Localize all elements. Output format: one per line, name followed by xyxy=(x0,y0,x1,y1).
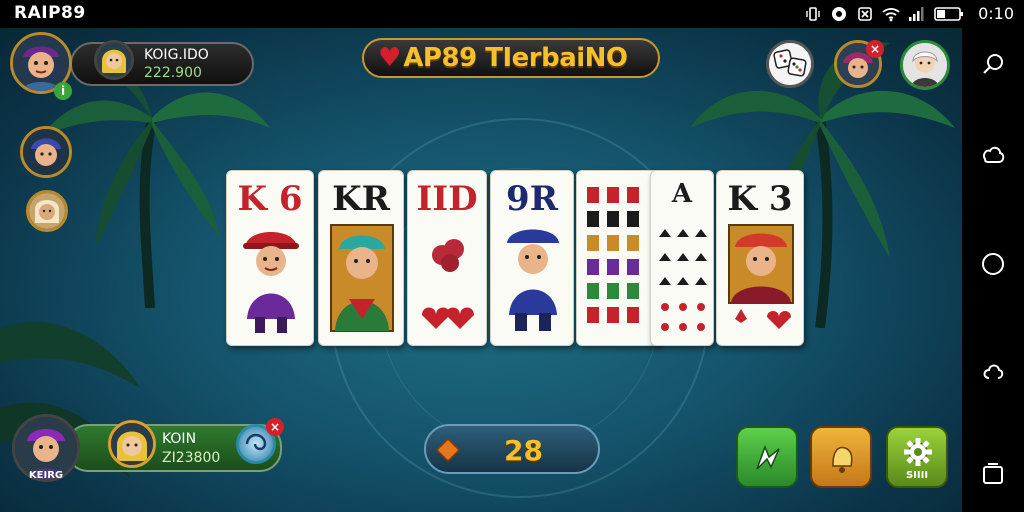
bottom-player-name: KOIN xyxy=(162,431,197,447)
dice-icon xyxy=(769,43,811,85)
settings-label: SIIII xyxy=(905,470,929,481)
top-player-partner-avatar xyxy=(94,40,134,80)
assistant-nav-button[interactable] xyxy=(979,142,1007,170)
vibrate-icon xyxy=(804,5,822,23)
top-player-name: KOIG.IDO xyxy=(144,47,209,63)
bottom-player-partner-avatar xyxy=(108,420,156,468)
settings-button[interactable]: SIIII xyxy=(886,426,948,488)
bell-icon xyxy=(832,446,853,473)
wifi-icon xyxy=(882,5,900,23)
search-nav-button[interactable] xyxy=(979,50,1007,78)
side-player-avatar-2[interactable] xyxy=(26,190,68,232)
home-nav-button[interactable] xyxy=(979,250,1007,278)
dice-button[interactable] xyxy=(766,40,814,88)
title-banner: ♥ AP89 TIerbaiNO xyxy=(362,38,660,78)
assistant-icon xyxy=(982,146,1005,163)
spade-grid-icon xyxy=(659,229,707,331)
red-cap-king-icon xyxy=(728,224,794,329)
battery-icon xyxy=(934,5,964,23)
bottom-player-coins: ZI23800 xyxy=(162,450,221,466)
card-2-rank: KR xyxy=(332,179,390,219)
playing-card-2[interactable]: KR xyxy=(318,170,404,346)
green-cap-king-icon xyxy=(330,224,394,332)
recents-icon xyxy=(983,463,1003,484)
search-icon xyxy=(983,54,1003,74)
bell-button[interactable] xyxy=(810,426,872,488)
bet-display[interactable]: 28 xyxy=(424,424,600,474)
heart-icon: ♥ xyxy=(378,43,402,73)
profile-button[interactable] xyxy=(900,40,950,90)
share-button[interactable] xyxy=(736,426,798,488)
card-3-rank: IID xyxy=(416,179,478,219)
status-bar-title: RAIP89 xyxy=(14,3,86,23)
status-bar: RAIP89 0:10 xyxy=(0,0,1024,28)
back-nav-button[interactable] xyxy=(979,358,1007,386)
signal-icon xyxy=(908,5,926,23)
gear-icon xyxy=(904,438,932,466)
pattern-grid-icon xyxy=(587,187,639,323)
diamond-icon xyxy=(435,437,461,463)
card-1-rank: K 6 xyxy=(237,179,303,219)
bottom-player-badge: × xyxy=(266,418,284,436)
blue-knight-icon xyxy=(507,229,559,331)
playing-card-6[interactable]: A xyxy=(650,170,714,346)
hearts-icon xyxy=(422,239,474,329)
playing-card-3[interactable]: IID xyxy=(407,170,487,346)
profile-avatar-icon xyxy=(903,43,947,87)
playing-card-1[interactable]: K 6 xyxy=(226,170,314,346)
recents-nav-button[interactable] xyxy=(979,460,1007,488)
status-icons xyxy=(804,5,964,23)
back-icon xyxy=(983,364,1004,379)
card-4-rank: 9R xyxy=(506,179,558,219)
card-7-rank: K 3 xyxy=(727,179,793,219)
playing-card-4[interactable]: 9R xyxy=(490,170,574,346)
bottom-player-avatar-label: KEIRG xyxy=(28,470,64,481)
opponent-badge: × xyxy=(866,40,884,58)
card-6-rank: A xyxy=(671,179,693,209)
playing-card-5[interactable] xyxy=(576,170,660,346)
banner-title: AP89 TIerbaiNO xyxy=(403,43,628,73)
home-icon xyxy=(982,253,1004,275)
game-screen: RAIP89 0:10 ♥ AP89 TIerbaiNO KOIG.IDO 22… xyxy=(0,0,1024,512)
top-player-coins: 222.900 xyxy=(144,65,202,81)
status-time: 0:10 xyxy=(978,4,1014,23)
top-player-online-badge: i xyxy=(54,82,72,100)
notification-icon xyxy=(830,5,848,23)
arrow-icon xyxy=(756,444,780,470)
system-nav-bar xyxy=(962,28,1024,512)
mute-icon xyxy=(856,5,874,23)
side-player-avatar-1[interactable] xyxy=(20,126,72,178)
playing-card-7[interactable]: K 3 xyxy=(716,170,804,346)
bet-value: 28 xyxy=(504,434,543,467)
pirate-king-icon xyxy=(243,232,299,333)
